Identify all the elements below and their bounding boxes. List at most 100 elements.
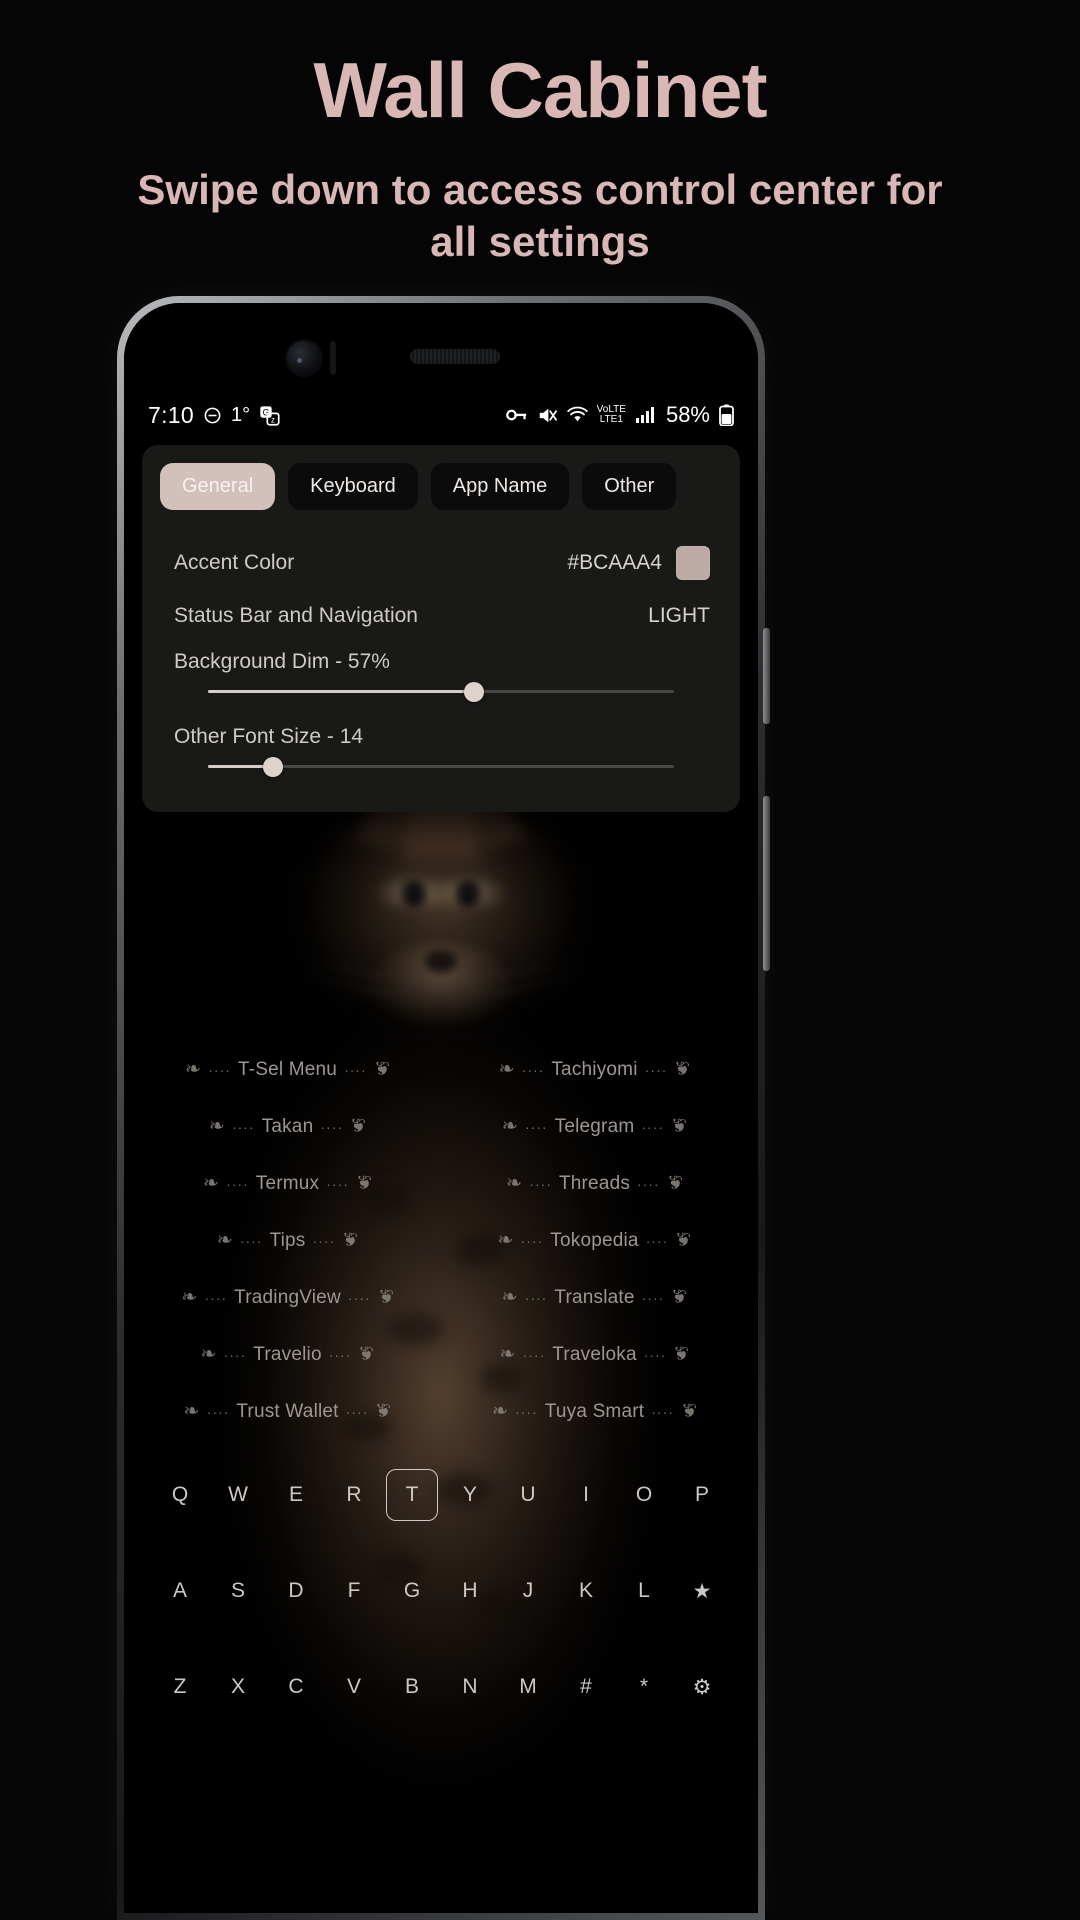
key-k[interactable]: K <box>560 1565 612 1617</box>
key-f[interactable]: F <box>328 1565 380 1617</box>
key-s[interactable]: S <box>212 1565 264 1617</box>
ornament-dots: ···· <box>328 1346 352 1363</box>
list-item[interactable]: ❧ ···· Telegram ···· ❦ <box>441 1098 748 1155</box>
status-bar-nav-value: LIGHT <box>648 604 710 627</box>
list-item[interactable]: ❧ ···· Tips ···· ❦ <box>134 1212 441 1269</box>
tab-app-name[interactable]: App Name <box>430 463 570 510</box>
key-b[interactable]: B <box>386 1661 438 1713</box>
app-name-label: Tips <box>269 1229 306 1251</box>
key-d[interactable]: D <box>270 1565 322 1617</box>
ornament-dots: ···· <box>643 1346 667 1363</box>
other-font-size-track[interactable] <box>208 756 674 777</box>
key-y[interactable]: Y <box>444 1469 496 1521</box>
app-name-label: Termux <box>255 1172 320 1194</box>
list-item[interactable]: ❧ ···· Tokopedia ···· ❦ <box>441 1212 748 1269</box>
list-item[interactable]: ❧ ···· Tachiyomi ···· ❦ <box>441 1041 748 1098</box>
key-p[interactable]: P <box>676 1469 728 1521</box>
phone-screen: 7:10 1° G z VoLTE LTE1 58% General Keybo… <box>124 303 758 1913</box>
list-item[interactable]: ❧ ···· Travelio ···· ❦ <box>134 1326 441 1383</box>
dnd-icon <box>203 406 222 425</box>
key-x[interactable]: X <box>212 1661 264 1713</box>
ornament-icon: ❧ <box>498 1059 515 1080</box>
key-i[interactable]: I <box>560 1469 612 1521</box>
front-camera <box>287 341 321 375</box>
key-l[interactable]: L <box>618 1565 670 1617</box>
battery-percent: 58% <box>665 402 710 427</box>
ornament-icon: ❧ <box>185 1059 202 1080</box>
ornament-dots: ···· <box>637 1175 660 1192</box>
row-accent-color[interactable]: Accent Color #BCAAA4 <box>160 534 722 592</box>
key-★[interactable]: ★ <box>676 1565 728 1617</box>
ornament-icon: ❧ <box>216 1230 233 1251</box>
key-r[interactable]: R <box>328 1469 380 1521</box>
other-font-size-knob[interactable] <box>263 756 284 777</box>
ornament-icon: ❦ <box>671 1116 688 1137</box>
tab-other[interactable]: Other <box>582 463 677 510</box>
ornament-icon: ❦ <box>666 1173 683 1194</box>
app-name-label: Travelio <box>253 1343 322 1365</box>
list-item[interactable]: ❧ ···· Trust Wallet ···· ❦ <box>134 1383 441 1440</box>
ornament-icon: ❦ <box>377 1287 394 1308</box>
key-c[interactable]: C <box>270 1661 322 1713</box>
ornament-dots: ···· <box>326 1175 349 1192</box>
key-z[interactable]: Z <box>154 1661 206 1713</box>
key-q[interactable]: Q <box>154 1469 206 1521</box>
key-a[interactable]: A <box>154 1565 206 1617</box>
key-u[interactable]: U <box>502 1469 554 1521</box>
ornament-dots: ···· <box>223 1346 247 1363</box>
page-title: Wall Cabinet <box>313 46 767 134</box>
background-dim-fill <box>208 690 474 693</box>
ornament-icon: ❦ <box>342 1230 359 1251</box>
key-e[interactable]: E <box>270 1469 322 1521</box>
accent-color-label: Accent Color <box>174 551 295 574</box>
key-v[interactable]: V <box>328 1661 380 1713</box>
key-w[interactable]: W <box>212 1469 264 1521</box>
list-item[interactable]: ❧ ···· TradingView ···· ❦ <box>134 1269 441 1326</box>
key-*[interactable]: * <box>618 1661 670 1713</box>
key-#[interactable]: # <box>560 1661 612 1713</box>
key-h[interactable]: H <box>444 1565 496 1617</box>
keyboard-row: Z X C V B N M # * ⚙ <box>144 1639 738 1735</box>
app-name-label: Telegram <box>554 1115 635 1137</box>
temperature-value: 1° <box>230 403 251 426</box>
list-item[interactable]: ❧ ···· Threads ···· ❦ <box>441 1155 748 1212</box>
app-name-label: Threads <box>558 1172 631 1194</box>
ornament-dots: ···· <box>515 1403 538 1420</box>
ornament-dots: ···· <box>529 1175 552 1192</box>
background-dim-track[interactable] <box>208 681 674 702</box>
list-item[interactable]: ❧ ···· Tuya Smart ···· ❦ <box>441 1383 748 1440</box>
key-o[interactable]: O <box>618 1469 670 1521</box>
volume-button[interactable] <box>763 796 770 971</box>
key-g[interactable]: G <box>386 1565 438 1617</box>
ornament-icon: ❧ <box>208 1116 225 1137</box>
ornament-dots: ···· <box>641 1289 665 1306</box>
list-item[interactable]: ❧ ···· Takan ···· ❦ <box>134 1098 441 1155</box>
key-m[interactable]: M <box>502 1661 554 1713</box>
svg-text:G: G <box>263 407 270 417</box>
ornament-icon: ❧ <box>501 1116 518 1137</box>
list-item[interactable]: ❧ ···· T-Sel Menu ···· ❦ <box>134 1041 441 1098</box>
accent-color-swatch[interactable] <box>676 546 710 580</box>
ornament-icon: ❧ <box>506 1173 523 1194</box>
ornament-dots: ···· <box>344 1061 367 1078</box>
row-status-bar-navigation[interactable]: Status Bar and Navigation LIGHT <box>160 592 722 640</box>
tab-general[interactable]: General <box>160 463 276 510</box>
list-item[interactable]: ❧ ···· Translate ···· ❦ <box>441 1269 748 1326</box>
control-center-tabs: General Keyboard App Name Other <box>160 463 722 510</box>
list-item[interactable]: ❧ ···· Termux ···· ❦ <box>134 1155 441 1212</box>
ornament-icon: ❧ <box>181 1287 198 1308</box>
key-⚙[interactable]: ⚙ <box>676 1661 728 1713</box>
key-j[interactable]: J <box>502 1565 554 1617</box>
list-item[interactable]: ❧ ···· Traveloka ···· ❦ <box>441 1326 748 1383</box>
app-name-label: Tachiyomi <box>551 1058 638 1080</box>
ornament-dots: ···· <box>524 1289 548 1306</box>
ornament-dots: ···· <box>204 1289 228 1306</box>
key-t[interactable]: T <box>386 1469 438 1521</box>
ornament-dots: ···· <box>645 1232 669 1249</box>
tab-keyboard[interactable]: Keyboard <box>288 463 418 510</box>
power-button[interactable] <box>763 628 770 724</box>
ornament-dots: ···· <box>522 1346 546 1363</box>
wifi-icon <box>566 406 588 424</box>
key-n[interactable]: N <box>444 1661 496 1713</box>
background-dim-knob[interactable] <box>463 681 484 702</box>
